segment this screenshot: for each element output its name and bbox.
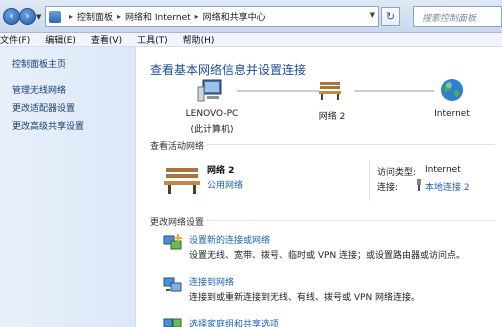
- access-type-label: 访问类型:: [377, 168, 417, 178]
- connection-line: [237, 90, 319, 92]
- menu-help[interactable]: 帮助(H): [183, 33, 215, 46]
- chevron-right-icon: ▸: [194, 12, 199, 21]
- task-connect-network: 连接到网络 连接到或重新连接到无线、有线、拨号或 VPN 网络连接。: [159, 275, 499, 305]
- change-settings-heading: 更改网络设置: [150, 218, 205, 228]
- menu-bar: 文件(F) 编辑(E) 查看(V) 工具(T) 帮助(H): [0, 33, 502, 47]
- divider: [207, 144, 495, 145]
- menu-edit[interactable]: 编辑(E): [45, 33, 76, 46]
- internet-label: Internet: [434, 109, 470, 119]
- back-button[interactable]: ‹: [3, 8, 20, 25]
- divider: [369, 161, 370, 201]
- control-panel-icon: [49, 10, 61, 23]
- computer-subtitle: (此计算机): [190, 125, 234, 135]
- ethernet-connection-icon: [417, 179, 421, 191]
- bench-icon: [164, 168, 200, 194]
- sidebar-item-advanced-sharing[interactable]: 更改高级共享设置: [12, 119, 84, 132]
- homegroup-icon: [163, 318, 182, 327]
- chevron-right-icon: ▸: [117, 12, 122, 21]
- breadcrumb-network-internet[interactable]: 网络和 Internet: [125, 10, 191, 23]
- menu-view[interactable]: 查看(V): [91, 33, 122, 46]
- task-description: 设置无线、宽带、拨号、临时或 VPN 连接；或设置路由器或访问点。: [189, 251, 466, 261]
- internet-globe-icon[interactable]: [440, 78, 464, 102]
- connection-label: 连接:: [377, 183, 399, 193]
- connect-to-network-icon: [163, 277, 182, 292]
- public-network-bench-icon[interactable]: [318, 79, 342, 101]
- setup-new-connection-link[interactable]: 设置新的连接或网络: [189, 233, 270, 246]
- address-toolbar: ‹ › ▼ ▸ 控制面板 ▸ 网络和 Internet ▸ 网络和共享中心 ▼ …: [0, 0, 502, 33]
- network-type-link[interactable]: 公用网络: [207, 178, 243, 191]
- refresh-button[interactable]: ↻: [381, 7, 400, 26]
- recent-pages-dropdown[interactable]: ▼: [36, 13, 41, 21]
- breadcrumb-network-sharing-center[interactable]: 网络和共享中心: [203, 10, 266, 23]
- menu-tools[interactable]: 工具(T): [137, 33, 168, 46]
- task-description: 连接到或重新连接到无线、有线、拨号或 VPN 网络连接。: [189, 293, 421, 303]
- divider: [207, 220, 495, 221]
- computer-name: LENOVO-PC: [185, 109, 239, 119]
- sidebar-item-manage-wireless[interactable]: 管理无线网络: [12, 83, 66, 96]
- address-bar[interactable]: ▸ 控制面板 ▸ 网络和 Internet ▸ 网络和共享中心 ▼: [45, 6, 379, 27]
- chevron-right-icon: ▸: [69, 12, 74, 21]
- network-name-label: 网络 2: [318, 112, 346, 122]
- connection-link[interactable]: 本地连接 2: [425, 180, 470, 193]
- access-type-value: Internet: [425, 165, 461, 175]
- computer-icon: [197, 79, 222, 102]
- sidebar-item-adapter-settings[interactable]: 更改适配器设置: [12, 101, 75, 114]
- active-networks-heading: 查看活动网络: [150, 142, 205, 152]
- task-setup-connection: 设置新的连接或网络 设置无线、宽带、拨号、临时或 VPN 连接；或设置路由器或访…: [159, 233, 499, 263]
- active-network-panel: 网络 2 公用网络 访问类型: Internet 连接: 本地连接 2: [159, 160, 489, 202]
- menu-file[interactable]: 文件(F): [0, 33, 30, 46]
- forward-button[interactable]: ›: [19, 8, 36, 25]
- task-homegroup: 选择家庭组和共享选项: [159, 317, 499, 327]
- breadcrumb-control-panel[interactable]: 控制面板: [77, 10, 113, 23]
- sidebar-item-control-panel-home[interactable]: 控制面板主页: [12, 57, 66, 70]
- new-connection-icon: [163, 234, 182, 250]
- page-title: 查看基本网络信息并设置连接: [150, 63, 307, 77]
- sidebar: 控制面板主页 管理无线网络 更改适配器设置 更改高级共享设置: [0, 47, 136, 327]
- connect-to-network-link[interactable]: 连接到网络: [189, 275, 234, 288]
- address-dropdown[interactable]: ▼: [370, 11, 375, 19]
- homegroup-sharing-link[interactable]: 选择家庭组和共享选项: [189, 317, 279, 327]
- network-map: LENOVO-PC (此计算机) 网络 2 Internet: [137, 77, 502, 143]
- active-network-name: 网络 2: [207, 166, 235, 176]
- main-content: 查看基本网络信息并设置连接 LENOVO-PC (此计算机) 网络 2 Inte…: [137, 47, 502, 327]
- search-input[interactable]: 搜索控制面板: [413, 6, 502, 27]
- connection-line: [354, 90, 434, 92]
